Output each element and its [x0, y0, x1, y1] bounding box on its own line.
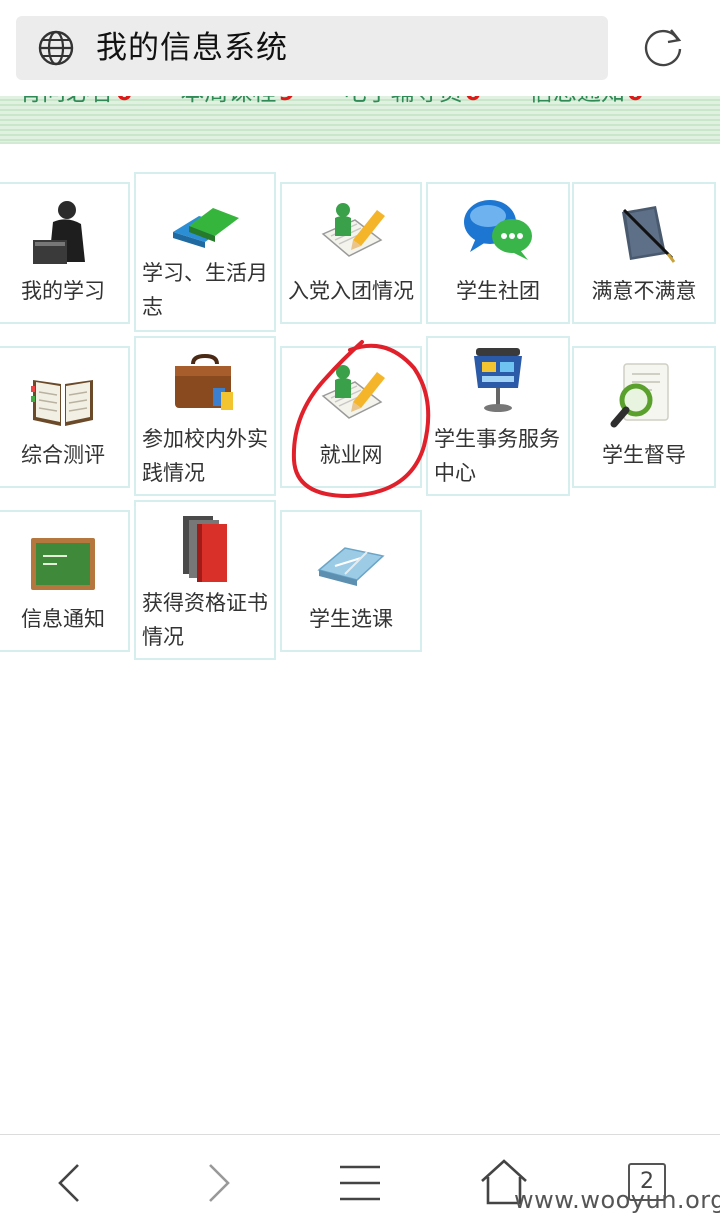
notepad-pencil-icon [321, 365, 385, 419]
briefcase-icon [175, 353, 233, 410]
planner-icon [31, 380, 93, 426]
tile-supervision[interactable]: 学生督导 [572, 346, 716, 488]
notice-strip: 有问必答0 本周课程9 电子辅导员0 信息通知0 [0, 96, 720, 144]
tile-practice[interactable]: 参加校内外实践情况 [134, 336, 276, 496]
address-bar[interactable]: 我的信息系统 [16, 16, 608, 80]
tile-label: 就业网 [319, 443, 383, 467]
notebook-pen-icon [622, 206, 676, 263]
page-title: 我的信息系统 [96, 30, 288, 66]
tile-my-study[interactable]: 我的学习 [0, 182, 130, 324]
tile-certificates[interactable]: 获得资格证书情况 [134, 500, 276, 660]
browser-bottom-bar: 2 [0, 1134, 720, 1230]
forward-icon[interactable] [190, 1157, 246, 1209]
drafting-board-icon [317, 547, 385, 586]
reload-icon[interactable] [640, 24, 686, 70]
back-icon[interactable] [42, 1157, 98, 1209]
tile-label: 学习、生活月志 [142, 261, 268, 319]
notice-counselor[interactable]: 电子辅导员0 [343, 96, 482, 108]
watermark-text: www.wooyun.org [514, 1186, 720, 1214]
chat-bubbles-icon [464, 200, 532, 260]
tile-notice[interactable]: 信息通知 [0, 510, 130, 652]
menu-icon[interactable] [332, 1157, 388, 1209]
tile-party-league[interactable]: 入党入团情况 [280, 182, 422, 324]
tile-evaluation[interactable]: 综合测评 [0, 346, 130, 488]
tile-employment[interactable]: 就业网 [280, 346, 422, 488]
person-icon [33, 201, 85, 264]
books-icon [183, 516, 227, 582]
tile-satisfaction[interactable]: 满意不满意 [572, 182, 716, 324]
tile-label: 信息通知 [21, 607, 105, 631]
tile-life-log[interactable]: 学习、生活月志 [134, 172, 276, 332]
tile-label: 学生督导 [602, 443, 686, 467]
notice-qa[interactable]: 有问必答0 [18, 96, 133, 108]
presentation-board-icon [474, 348, 522, 412]
notepad-pencil-icon [321, 203, 385, 257]
notice-courses[interactable]: 本周课程9 [180, 96, 295, 108]
tile-label: 入党入团情况 [288, 279, 414, 303]
tile-label: 我的学习 [21, 279, 105, 303]
tile-label: 获得资格证书情况 [142, 591, 268, 649]
tile-service-center[interactable]: 学生事务服务中心 [426, 336, 570, 496]
tile-label: 综合测评 [21, 443, 105, 467]
tile-label: 学生选课 [309, 607, 393, 631]
globe-icon [38, 30, 74, 66]
tile-course-select[interactable]: 学生选课 [280, 510, 422, 652]
tile-label: 学生社团 [456, 279, 540, 303]
chalkboard-icon [31, 538, 95, 590]
tile-label: 参加校内外实践情况 [142, 427, 268, 485]
notice-info[interactable]: 信息通知0 [529, 96, 644, 108]
tile-student-clubs[interactable]: 学生社团 [426, 182, 570, 324]
tile-label: 学生事务服务中心 [434, 427, 560, 485]
folders-icon [173, 208, 239, 248]
browser-top-bar: 我的信息系统 [0, 0, 720, 96]
tile-label: 满意不满意 [591, 279, 697, 303]
magnifier-doc-icon [610, 363, 669, 428]
